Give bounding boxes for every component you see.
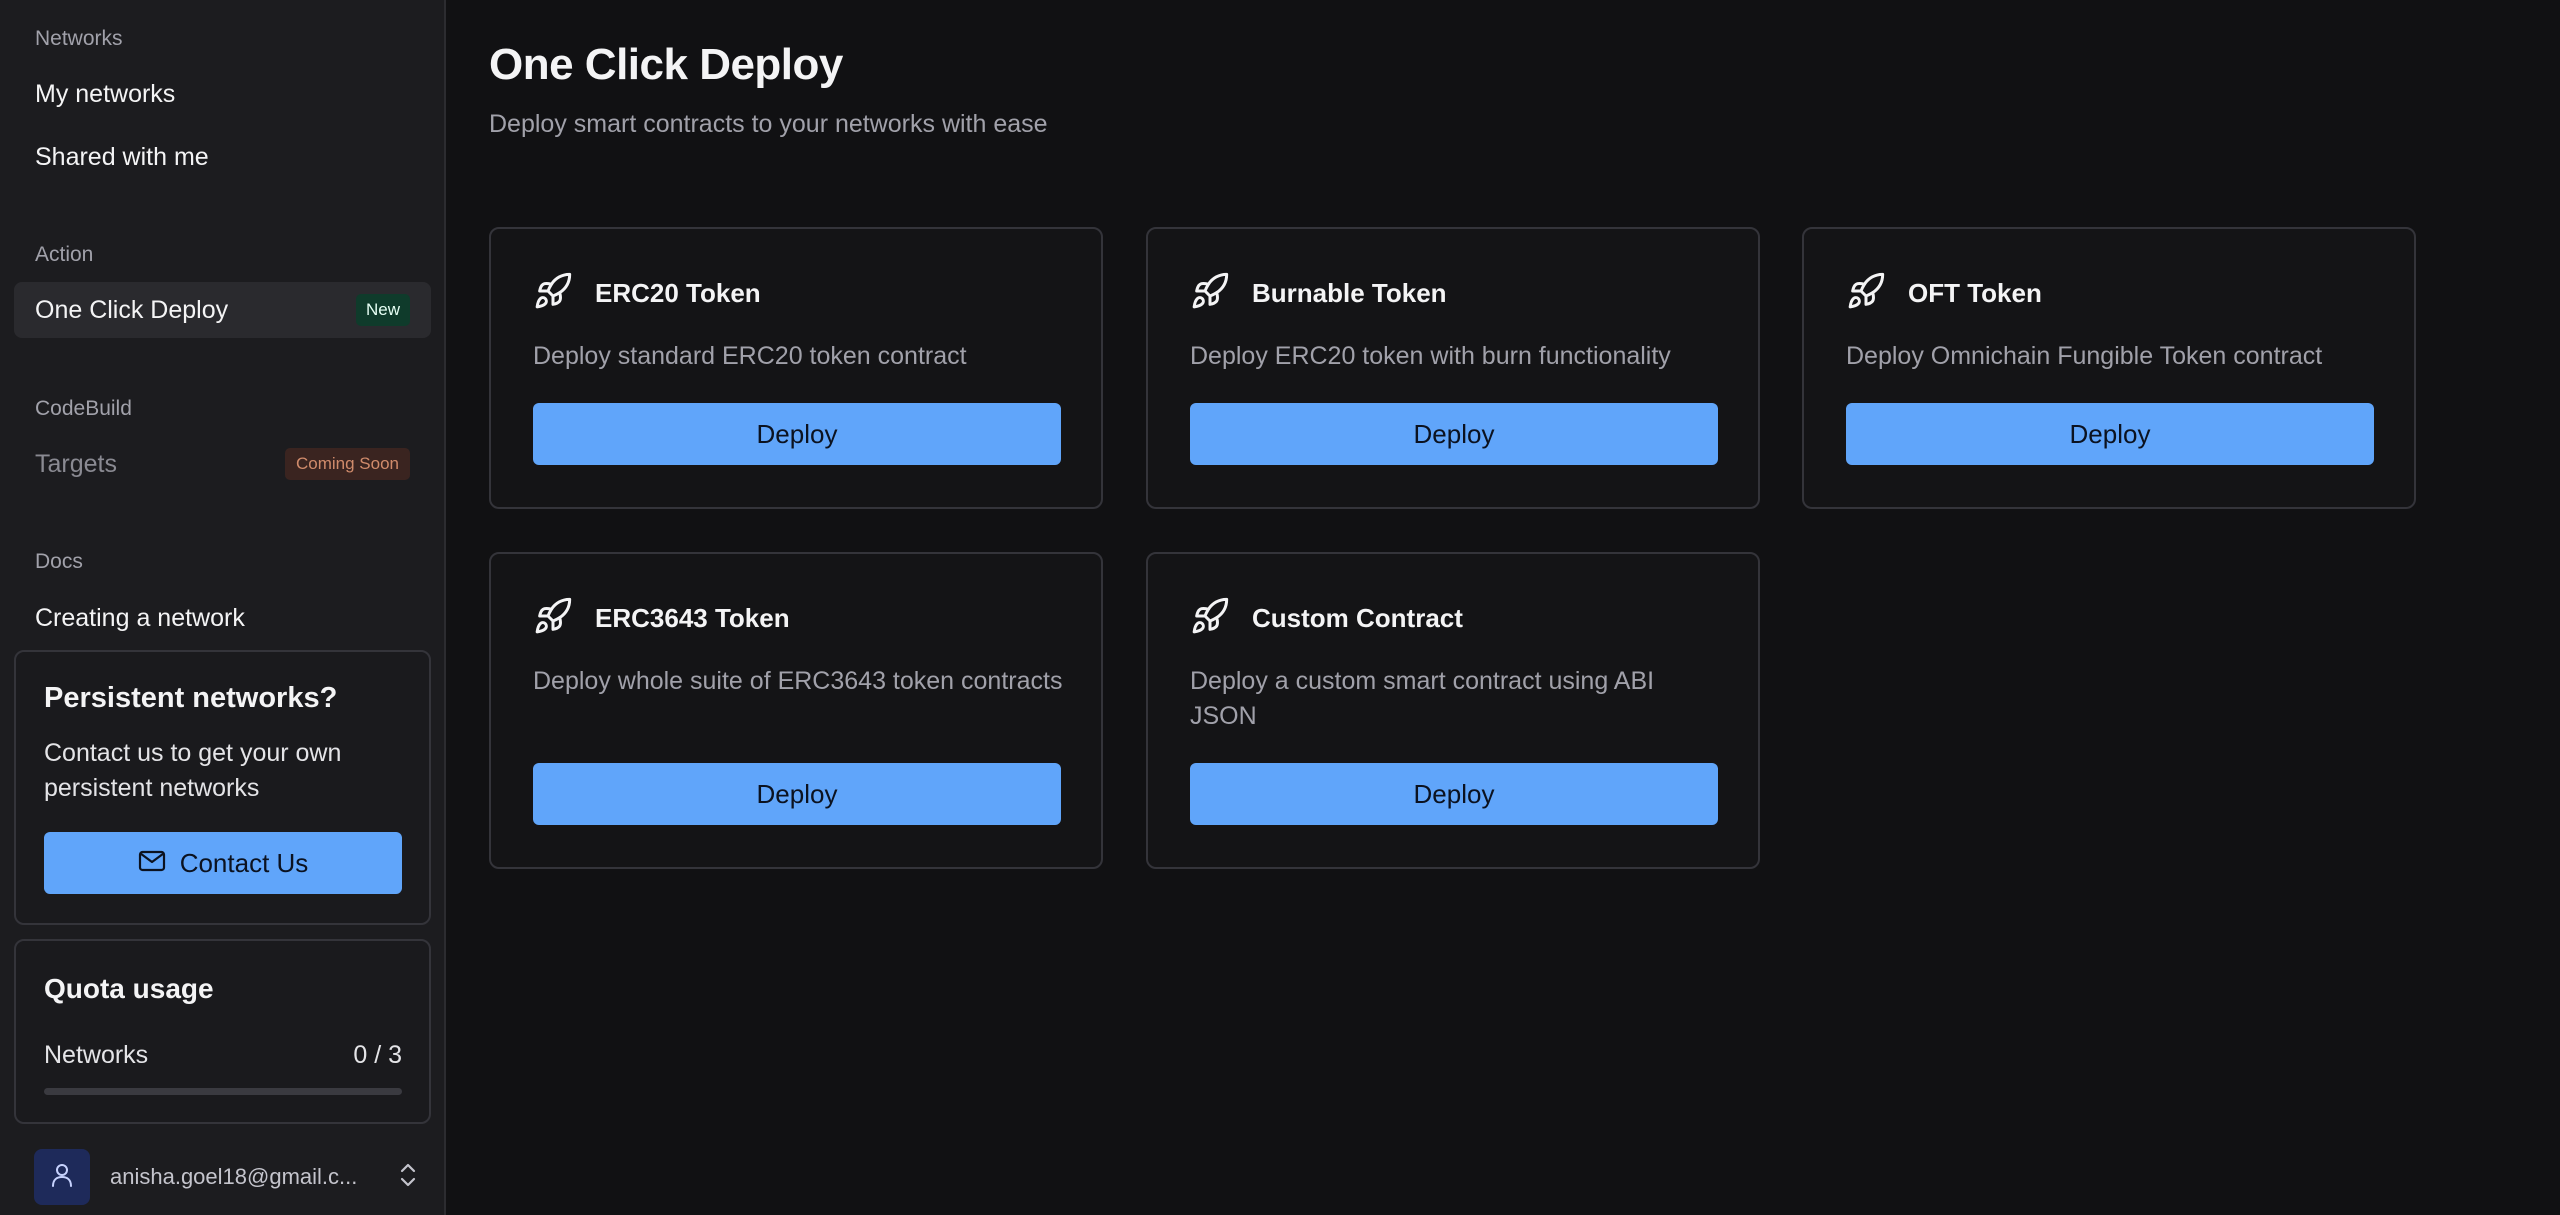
contract-card-burnable: Burnable Token Deploy ERC20 token with b… [1146,227,1760,509]
deploy-button[interactable]: Deploy [533,763,1061,825]
card-description: Deploy Omnichain Fungible Token contract [1846,342,2323,370]
section-label-codebuild: CodeBuild [35,397,132,420]
card-header: Burnable Token [1190,271,1447,316]
card-title: Custom Contract [1252,603,1463,633]
persistent-networks-card: Persistent networks? Contact us to get y… [14,650,431,925]
deploy-button[interactable]: Deploy [1846,403,2374,465]
contract-card-oft: OFT Token Deploy Omnichain Fungible Toke… [1802,227,2416,509]
card-description: Deploy a custom smart contract using ABI… [1190,667,1655,730]
card-header: OFT Token [1846,271,2042,316]
deploy-button[interactable]: Deploy [1190,403,1718,465]
rocket-icon [533,271,573,316]
new-badge: New [355,294,410,326]
avatar [34,1149,90,1205]
deploy-button[interactable]: Deploy [1190,763,1718,825]
deploy-button[interactable]: Deploy [533,403,1061,465]
card-title: Burnable Token [1252,278,1447,308]
rocket-icon [533,596,573,641]
card-description: Deploy ERC20 token with burn functionali… [1190,342,1671,370]
sidebar-item-shared-with-me[interactable]: Shared with me [14,129,431,185]
contact-us-button[interactable]: Contact Us [44,832,402,894]
contact-us-label: Contact Us [179,847,309,878]
account-menu[interactable]: anisha.goel18@gmail.c... [34,1148,418,1206]
card-title: ERC20 Token [595,278,761,308]
sidebar-item-my-networks[interactable]: My networks [14,66,431,122]
quota-progress-bar [44,1088,402,1095]
rocket-icon [1846,271,1886,316]
mail-icon [138,848,166,879]
contract-card-erc20: ERC20 Token Deploy standard ERC20 token … [489,227,1103,509]
sidebar-item-label: One Click Deploy [35,295,229,324]
quota-networks-value: 0 / 3 [353,1041,402,1069]
chevrons-up-down-icon[interactable] [398,1162,418,1193]
sidebar-item-label: Targets [35,449,117,478]
section-label-action: Action [35,243,94,266]
sidebar-item-targets: Targets Coming Soon [14,436,431,492]
persistent-networks-text: Contact us to get your own persistent ne… [44,739,342,802]
quota-networks-label: Networks [44,1041,149,1069]
sidebar: Networks My networks Shared with me Acti… [0,0,446,1215]
sidebar-item-label: My networks [35,79,176,108]
page-subtitle: Deploy smart contracts to your networks … [489,110,1048,138]
quota-usage-title: Quota usage [44,973,214,1004]
card-description: Deploy whole suite of ERC3643 token cont… [533,667,1063,695]
card-title: ERC3643 Token [595,603,790,633]
user-icon [50,1162,74,1193]
card-description: Deploy standard ERC20 token contract [533,342,967,370]
section-label-docs: Docs [35,550,83,573]
sidebar-item-creating-a-network[interactable]: Creating a network [14,590,431,646]
card-header: Custom Contract [1190,596,1463,641]
card-header: ERC3643 Token [533,596,790,641]
sidebar-item-label: Creating a network [35,603,245,632]
card-title: OFT Token [1908,278,2042,308]
sidebar-item-label: Shared with me [35,142,209,171]
contract-card-custom: Custom Contract Deploy a custom smart co… [1146,552,1760,869]
contract-card-erc3643: ERC3643 Token Deploy whole suite of ERC3… [489,552,1103,869]
section-label-networks: Networks [35,27,123,50]
quota-networks-row: Networks 0 / 3 [44,1041,402,1070]
coming-soon-badge: Coming Soon [284,448,410,480]
card-header: ERC20 Token [533,271,761,316]
persistent-networks-title: Persistent networks? [44,682,338,714]
quota-usage-card: Quota usage Networks 0 / 3 [14,939,431,1124]
rocket-icon [1190,271,1230,316]
rocket-icon [1190,596,1230,641]
user-email: anisha.goel18@gmail.c... [110,1164,358,1189]
sidebar-item-one-click-deploy[interactable]: One Click Deploy New [14,282,431,338]
page-title: One Click Deploy [489,40,843,89]
